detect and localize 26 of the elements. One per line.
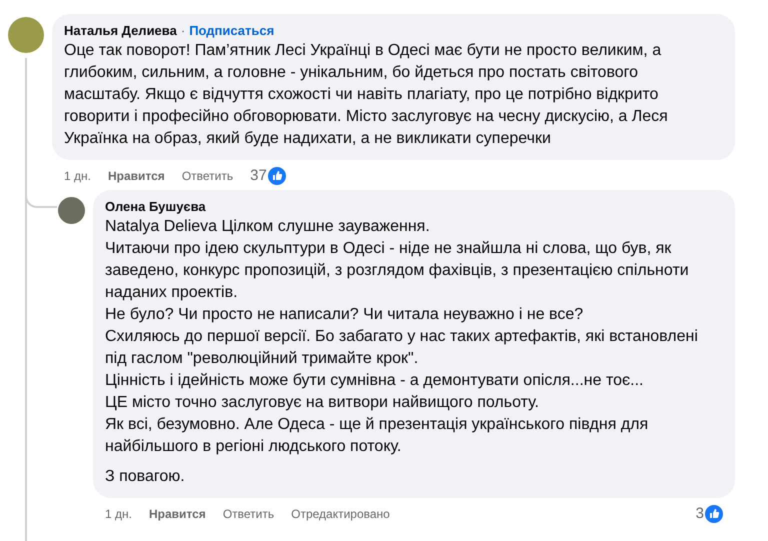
- thumbs-up-icon: [268, 167, 286, 185]
- edited-label: Отредактировано: [291, 506, 390, 523]
- comment-text: Оце так поворот! Пам’ятник Лесі Українці в Одесі має бути не просто великим, а глибоким, сильним, а головне - унікальним, бо йдеться про постать світового масштабу. Якщо є відчуття схожості чи навіть плагіату, про це потрібно відкрито говорити і професійно обговорювати. Місто заслуговує на чесну дискусію, а Леся Українка на образ, який буде надихати, а не викликати суперечки: [64, 41, 669, 149]
- timestamp[interactable]: 1 дн.: [64, 167, 91, 185]
- author-name[interactable]: Наталья Делиева: [64, 22, 177, 40]
- follow-link[interactable]: Подписаться: [189, 22, 274, 40]
- avatar[interactable]: [8, 17, 44, 53]
- comment-text: З повагою.: [105, 467, 186, 487]
- like-link[interactable]: Нравится: [148, 505, 206, 523]
- separator: ·: [180, 22, 186, 40]
- reply-link[interactable]: Ответить: [182, 167, 234, 185]
- author-name[interactable]: Олена Бушуєва: [105, 198, 206, 216]
- reply-link[interactable]: Ответить: [222, 505, 274, 523]
- comment-text: Як всі, безумовно. Але Одеса - ще й презентація українського півдня для найбільшого в регіоні людського потоку.: [105, 415, 650, 457]
- comment-text: Не було? Чи просто не написали? Чи читала неуважно і не все?: [105, 305, 584, 325]
- comment-text: Цінність і ідейність може бути сумнівна - а демонтувати опісля...не тоє...: [105, 371, 644, 391]
- thumbs-up-icon: [705, 505, 723, 523]
- comment-text: Читаючи про ідею скульптури в Одесі - ніде не знайшла ні слова, що був, як заведено, конкурс пропозицій, з розглядом фахівців, з презентацією спільноти наданих проектів.: [105, 239, 690, 303]
- comment-text: Схиляюсь до першої версії. Бо забагато у нас таких артефактів, які встановлені під гаслом "революційний тримайте крок".: [105, 327, 699, 369]
- reaction-count[interactable]: 37: [250, 164, 267, 188]
- comment-text: Natalya Delieva Цілком слушне зауваження.: [105, 217, 431, 237]
- timestamp[interactable]: 1 дн.: [105, 505, 132, 523]
- comment-text: ЦЕ місто точно заслуговує на витвори найвищого польоту.: [105, 393, 540, 413]
- reaction-count[interactable]: 3: [696, 502, 704, 526]
- like-link[interactable]: Нравится: [108, 167, 165, 185]
- avatar[interactable]: [58, 197, 85, 224]
